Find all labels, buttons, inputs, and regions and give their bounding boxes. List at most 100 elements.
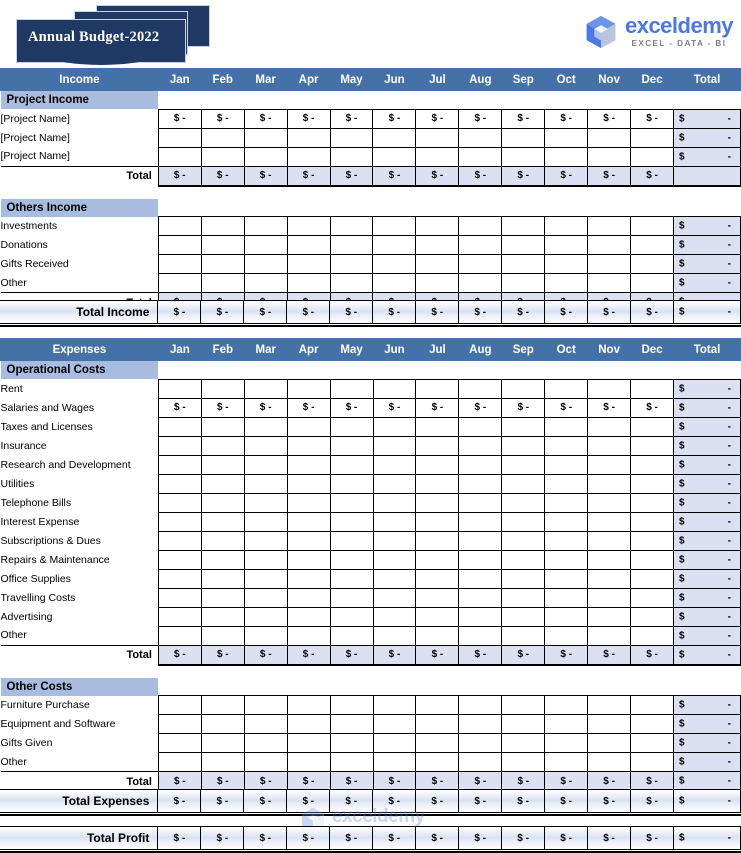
cell-aug[interactable] <box>458 254 503 274</box>
total-expenses-oct[interactable]: $ - <box>544 789 589 813</box>
cell-oct[interactable] <box>544 587 589 608</box>
cell-total[interactable]: $ - <box>673 473 741 494</box>
cell-sep[interactable] <box>501 416 546 437</box>
total-expenses-aug[interactable]: $ - <box>458 789 503 813</box>
cell-jul[interactable] <box>415 714 460 734</box>
cell-jun[interactable] <box>372 454 417 475</box>
cell-oct[interactable] <box>544 752 589 772</box>
cell-may[interactable] <box>329 454 374 475</box>
cell-jun[interactable] <box>372 146 417 167</box>
cell-nov[interactable] <box>587 549 632 570</box>
cell-jan[interactable] <box>157 454 202 475</box>
cell-mar[interactable]: $ - <box>243 108 288 129</box>
cell-sep[interactable]: $ - <box>501 108 546 129</box>
cell-may[interactable] <box>329 733 374 753</box>
cell-jan[interactable] <box>157 492 202 513</box>
cell-feb[interactable] <box>200 416 245 437</box>
cell-may[interactable] <box>329 625 374 646</box>
cell-dec[interactable] <box>630 625 675 646</box>
cell-dec[interactable] <box>630 714 675 734</box>
cell-mar[interactable] <box>243 435 288 456</box>
cell-aug[interactable] <box>458 216 503 236</box>
total-cell-total[interactable] <box>673 165 741 187</box>
cell-dec[interactable] <box>630 587 675 608</box>
total-profit-sep[interactable]: $ - <box>501 826 546 850</box>
cell-jul[interactable] <box>415 454 460 475</box>
cell-mar[interactable] <box>243 695 288 715</box>
cell-jul[interactable] <box>415 473 460 494</box>
cell-mar[interactable] <box>243 235 288 255</box>
cell-dec[interactable] <box>630 695 675 715</box>
cell-feb[interactable]: $ - <box>200 397 245 418</box>
cell-dec[interactable] <box>630 216 675 236</box>
cell-oct[interactable] <box>544 273 589 293</box>
cell-sep[interactable] <box>501 695 546 715</box>
cell-jul[interactable] <box>415 625 460 646</box>
cell-apr[interactable] <box>286 568 331 589</box>
cell-dec[interactable] <box>630 454 675 475</box>
cell-may[interactable] <box>329 511 374 532</box>
cell-sep[interactable] <box>501 714 546 734</box>
cell-apr[interactable] <box>286 606 331 627</box>
cell-feb[interactable] <box>200 695 245 715</box>
total-expenses-mar[interactable]: $ - <box>243 789 288 813</box>
total-profit-total[interactable]: $ - <box>673 826 741 850</box>
total-profit-oct[interactable]: $ - <box>544 826 589 850</box>
cell-apr[interactable] <box>286 625 331 646</box>
cell-may[interactable] <box>329 473 374 494</box>
cell-jun[interactable] <box>372 235 417 255</box>
cell-total[interactable]: $ - <box>673 587 741 608</box>
cell-aug[interactable] <box>458 549 503 570</box>
cell-jun[interactable] <box>372 416 417 437</box>
cell-jun[interactable] <box>372 695 417 715</box>
cell-dec[interactable] <box>630 752 675 772</box>
total-income-jun[interactable]: $ - <box>372 300 417 324</box>
cell-jun[interactable] <box>372 549 417 570</box>
cell-apr[interactable] <box>286 435 331 456</box>
cell-mar[interactable] <box>243 752 288 772</box>
total-cell-dec[interactable]: $ - <box>630 165 675 187</box>
cell-may[interactable] <box>329 752 374 772</box>
total-cell-oct[interactable]: $ - <box>544 644 589 666</box>
cell-oct[interactable] <box>544 625 589 646</box>
cell-aug[interactable] <box>458 511 503 532</box>
cell-sep[interactable] <box>501 752 546 772</box>
cell-jan[interactable]: $ - <box>157 397 202 418</box>
total-expenses-nov[interactable]: $ - <box>587 789 632 813</box>
total-cell-jan[interactable]: $ - <box>157 644 202 666</box>
cell-jun[interactable] <box>372 530 417 551</box>
cell-aug[interactable] <box>458 273 503 293</box>
cell-jan[interactable] <box>157 378 202 399</box>
cell-nov[interactable] <box>587 492 632 513</box>
total-cell-mar[interactable]: $ - <box>243 644 288 666</box>
cell-dec[interactable] <box>630 511 675 532</box>
cell-mar[interactable] <box>243 454 288 475</box>
cell-feb[interactable]: $ - <box>200 108 245 129</box>
cell-total[interactable]: $ - <box>673 435 741 456</box>
cell-apr[interactable] <box>286 733 331 753</box>
cell-oct[interactable] <box>544 492 589 513</box>
cell-apr[interactable] <box>286 511 331 532</box>
cell-jan[interactable] <box>157 146 202 167</box>
cell-total[interactable]: $ - <box>673 378 741 399</box>
cell-oct[interactable] <box>544 254 589 274</box>
cell-aug[interactable] <box>458 733 503 753</box>
cell-feb[interactable] <box>200 473 245 494</box>
cell-apr[interactable] <box>286 695 331 715</box>
cell-mar[interactable] <box>243 473 288 494</box>
cell-feb[interactable] <box>200 587 245 608</box>
total-cell-jun[interactable]: $ - <box>372 165 417 187</box>
total-cell-apr[interactable]: $ - <box>286 644 331 666</box>
cell-sep[interactable] <box>501 435 546 456</box>
cell-mar[interactable] <box>243 606 288 627</box>
total-cell-aug[interactable]: $ - <box>458 165 503 187</box>
total-profit-dec[interactable]: $ - <box>630 826 675 850</box>
cell-mar[interactable] <box>243 273 288 293</box>
total-income-apr[interactable]: $ - <box>286 300 331 324</box>
cell-oct[interactable] <box>544 127 589 148</box>
cell-may[interactable] <box>329 254 374 274</box>
cell-oct[interactable] <box>544 473 589 494</box>
cell-apr[interactable] <box>286 146 331 167</box>
total-cell-may[interactable]: $ - <box>329 644 374 666</box>
cell-feb[interactable] <box>200 606 245 627</box>
